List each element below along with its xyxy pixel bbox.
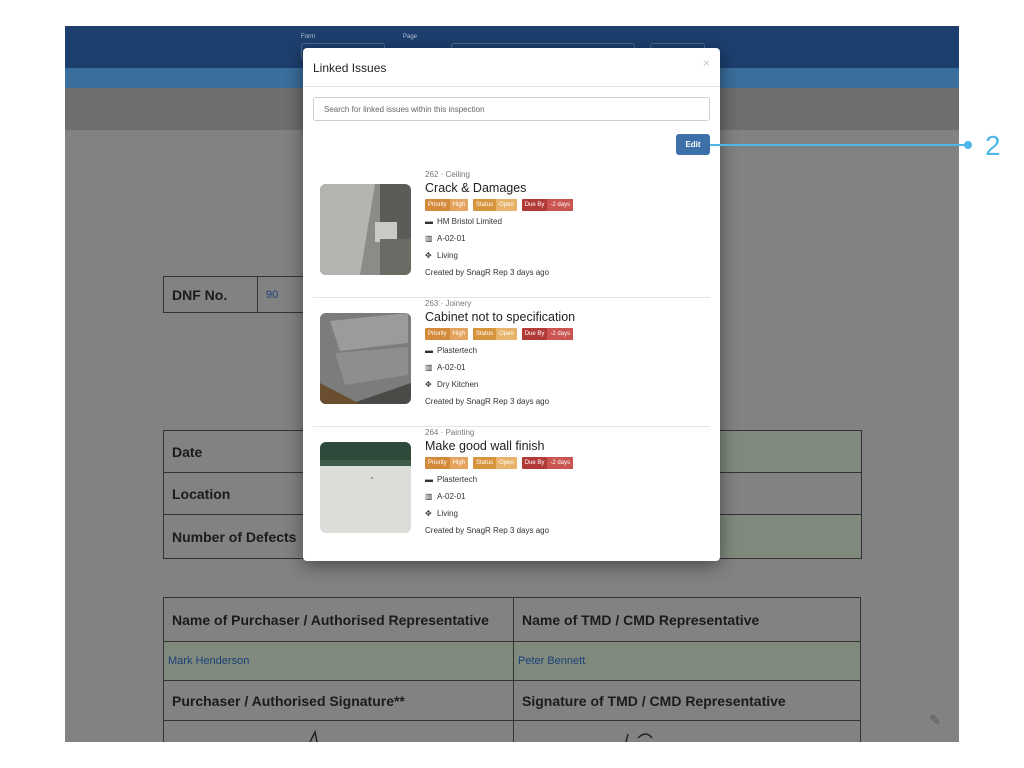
issue-drawing: A-02-01 <box>437 492 466 501</box>
issue-photo <box>320 442 411 533</box>
modal-title: Linked Issues <box>313 61 387 75</box>
purchaser-signature-label: Purchaser / Authorised Signature** <box>163 680 514 721</box>
form-label: Form <box>301 34 315 40</box>
due-badge: Due By -2 days <box>521 457 574 469</box>
due-badge: Due By -2 days <box>521 199 574 211</box>
edit-button[interactable]: Edit <box>676 134 710 155</box>
map-icon: ▥ <box>425 363 433 372</box>
due-badge: Due By -2 days <box>521 328 574 340</box>
tmd-signature-label: Signature of TMD / CMD Representative <box>513 680 861 721</box>
issue-location: Dry Kitchen <box>437 380 479 389</box>
issue-company: HM Bristol Limited <box>437 217 502 226</box>
issue-category: 264 · Painting <box>425 428 475 437</box>
page-label: Page <box>403 34 418 40</box>
tmd-header: Name of TMD / CMD Representative <box>513 597 861 642</box>
location-crosshair-icon: ✥ <box>425 509 432 518</box>
modal-divider <box>303 86 720 87</box>
issue-title[interactable]: Make good wall finish <box>425 438 705 454</box>
dnf-table: DNF No. 90 <box>163 276 323 313</box>
tmd-name[interactable]: Peter Bennett <box>513 641 861 681</box>
issue-company: Plastertech <box>437 475 478 484</box>
status-badge: Status Open <box>473 199 517 211</box>
issue-category: 262 · Ceiling <box>425 170 470 179</box>
linked-issues-modal: Linked Issues × Edit 262 · Ceiling Crack… <box>303 48 720 561</box>
issue-card[interactable]: 264 · Painting Make good wall finish Pri… <box>313 427 710 556</box>
issue-title[interactable]: Cabinet not to specification <box>425 309 705 325</box>
issue-location: Living <box>437 509 458 518</box>
issue-created: Created by SnagR Rep 3 days ago <box>425 268 550 277</box>
issue-created: Created by SnagR Rep 3 days ago <box>425 526 550 535</box>
callout-dot <box>964 141 972 149</box>
callout-line <box>710 144 968 146</box>
issue-photo <box>320 184 411 275</box>
purchaser-signature[interactable] <box>163 720 514 742</box>
briefcase-icon: ▬ <box>425 217 433 226</box>
issue-category: 263 · Joinery <box>425 299 472 308</box>
issue-location: Living <box>437 251 458 260</box>
search-input[interactable] <box>313 97 710 121</box>
issue-card[interactable]: 263 · Joinery Cabinet not to specificati… <box>313 298 710 427</box>
callout-number: 2 <box>985 130 1001 161</box>
map-icon: ▥ <box>425 492 433 501</box>
close-icon[interactable]: × <box>703 56 710 70</box>
issue-company: Plastertech <box>437 346 478 355</box>
purchaser-signature-mark <box>309 729 318 742</box>
pencil-icon[interactable]: ✎ <box>927 712 943 728</box>
tmd-signature[interactable] <box>513 720 861 742</box>
issue-drawing: A-02-01 <box>437 234 466 243</box>
priority-badge: Priority High <box>425 199 469 211</box>
status-badge: Status Open <box>473 457 517 469</box>
purchaser-name[interactable]: Mark Henderson <box>163 641 514 681</box>
priority-badge: Priority High <box>425 328 469 340</box>
map-icon: ▥ <box>425 234 433 243</box>
issue-title[interactable]: Crack & Damages <box>425 180 705 196</box>
priority-badge: Priority High <box>425 457 469 469</box>
purchaser-header: Name of Purchaser / Authorised Represent… <box>163 597 514 642</box>
dnf-label: DNF No. <box>163 276 258 313</box>
location-crosshair-icon: ✥ <box>425 380 432 389</box>
issue-card[interactable]: 262 · Ceiling Crack & Damages Priority Hi… <box>313 169 710 298</box>
issue-created: Created by SnagR Rep 3 days ago <box>425 397 550 406</box>
status-badge: Status Open <box>473 328 517 340</box>
issue-photo <box>320 313 411 404</box>
issue-drawing: A-02-01 <box>437 363 466 372</box>
location-crosshair-icon: ✥ <box>425 251 432 260</box>
briefcase-icon: ▬ <box>425 346 433 355</box>
tmd-signature-mark <box>625 733 653 742</box>
briefcase-icon: ▬ <box>425 475 433 484</box>
representatives-table: Name of Purchaser / Authorised Represent… <box>163 597 861 742</box>
